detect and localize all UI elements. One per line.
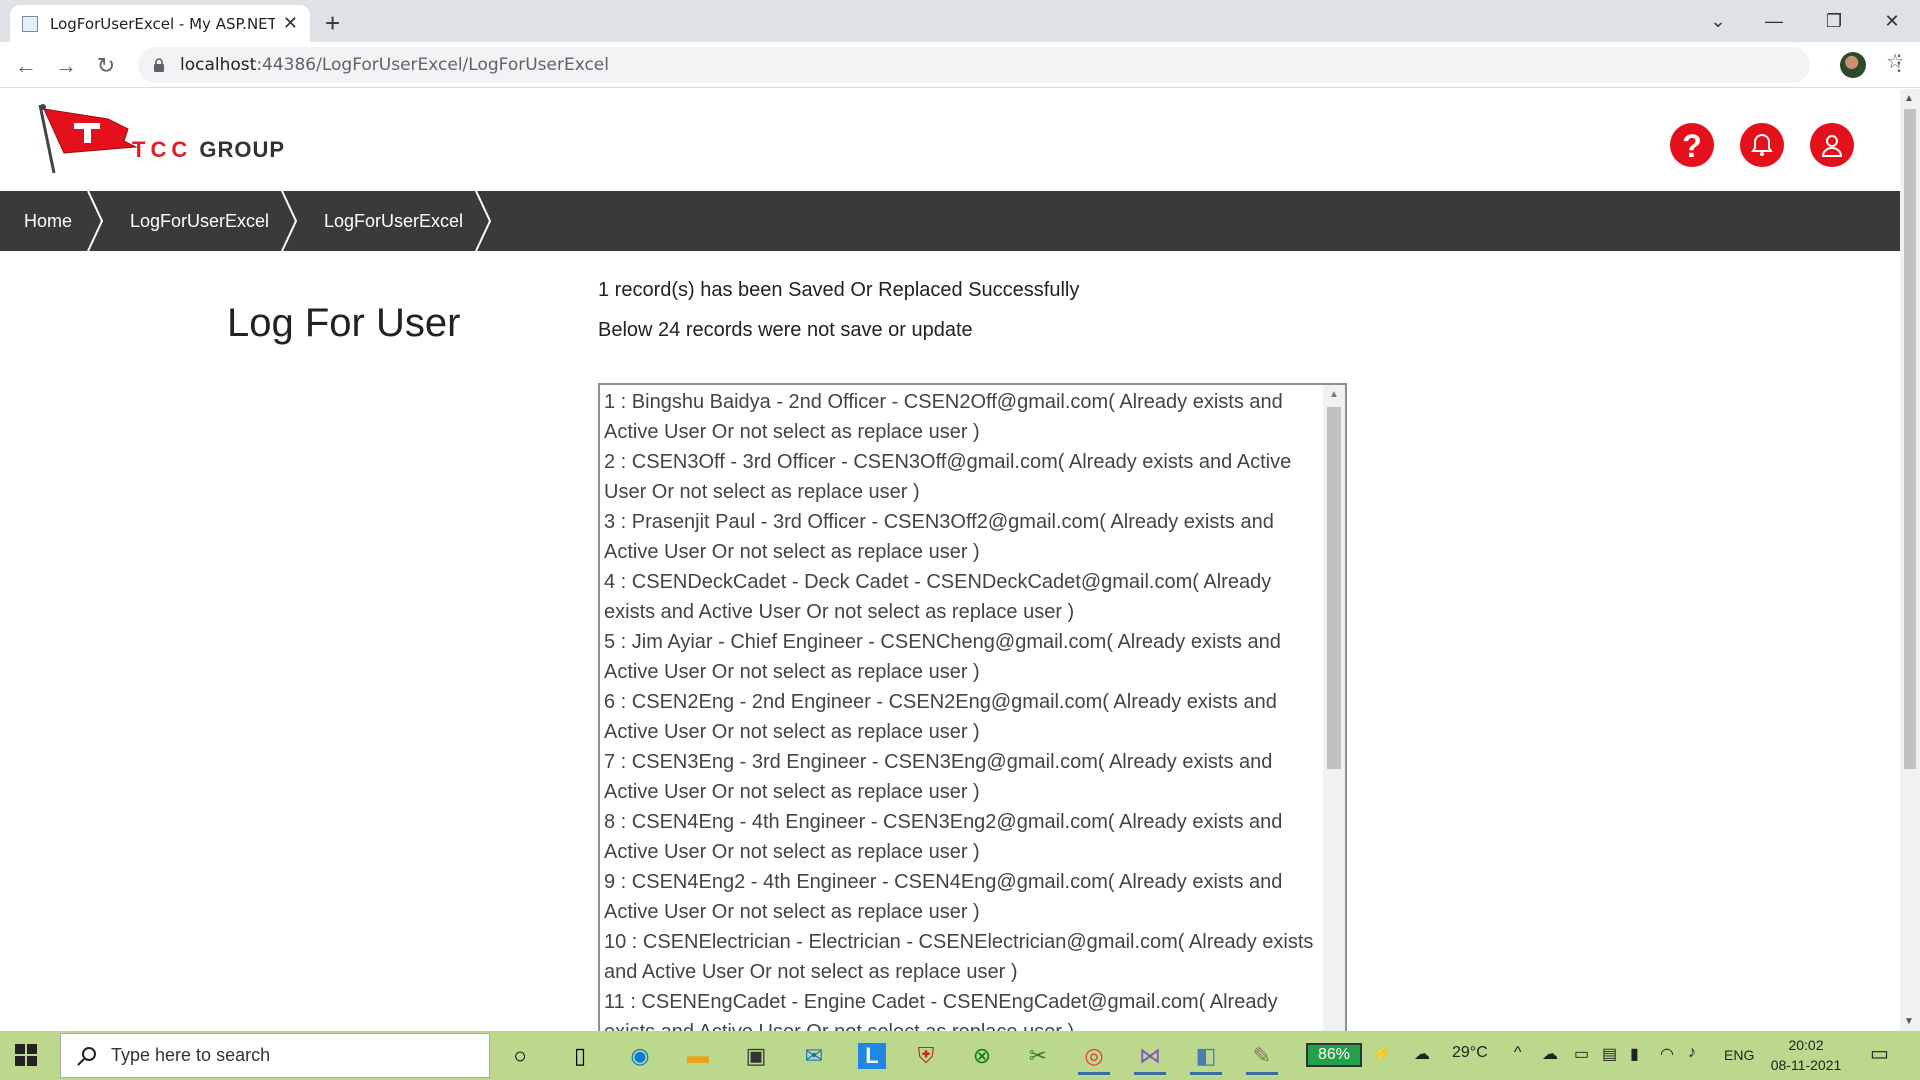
address-bar[interactable]: localhost:44386/LogForUserExcel/LogForUs… — [138, 47, 1810, 83]
battery-tray-icon[interactable]: ▮ — [1630, 1044, 1639, 1064]
clock-time: 20:02 — [1788, 1037, 1824, 1053]
logo-text: TCC GROUP — [132, 137, 286, 162]
breadcrumb-item[interactable]: LogForUserExcel — [130, 191, 269, 251]
minimize-button[interactable]: — — [1746, 0, 1802, 42]
browser-tabstrip: LogForUserExcel - My ASP.NET A ✕ + ⌄ — ❐… — [0, 0, 1920, 42]
page-scrollbar-thumb[interactable] — [1904, 109, 1916, 769]
record-line: 5 : Jim Ayiar - Chief Engineer - CSENChe… — [604, 631, 1281, 683]
chrome-icon[interactable]: ◎ — [1074, 1037, 1114, 1075]
store-icon[interactable]: ▣ — [736, 1037, 776, 1075]
record-line: 10 : CSENElectrician - Electrician - CSE… — [604, 931, 1314, 983]
mcafee-icon[interactable]: ⛨ — [906, 1037, 946, 1075]
breadcrumb: Home LogForUserExcel LogForUserExcel — [0, 191, 1900, 251]
record-line: 11 : CSENEngCadet - Engine Cadet - CSENE… — [604, 991, 1278, 1031]
meet-now-icon[interactable]: ▭ — [1574, 1044, 1589, 1064]
breadcrumb-separator-icon — [475, 191, 492, 251]
wifi-icon[interactable]: ◠ — [1660, 1044, 1674, 1064]
task-view-icon[interactable]: ▯ — [560, 1037, 600, 1075]
scroll-down-icon[interactable]: ▼ — [1904, 1016, 1914, 1027]
records-log-textarea[interactable]: 1 : Bingshu Baidya - 2nd Officer - CSEN2… — [598, 383, 1347, 1031]
browser-toolbar: ← → ↻ localhost:44386/LogForUserExcel/Lo… — [0, 42, 1920, 88]
charging-icon: ⚡ — [1372, 1046, 1392, 1063]
back-button[interactable]: ← — [10, 50, 42, 82]
profile-avatar[interactable] — [1840, 52, 1866, 78]
scroll-up-icon[interactable]: ▲ — [1904, 93, 1914, 104]
language-indicator[interactable]: ENG — [1724, 1047, 1754, 1063]
browser-menu-icon[interactable]: ⋮ — [1888, 50, 1910, 76]
paint-icon[interactable]: ✎ — [1242, 1037, 1282, 1075]
site-header: TCC GROUP ? — [0, 89, 1900, 191]
search-placeholder: Type here to search — [111, 1045, 271, 1065]
network-status-icon[interactable]: ▤ — [1602, 1044, 1617, 1064]
restore-button[interactable]: ❐ — [1806, 0, 1862, 42]
show-hidden-icons-icon[interactable]: ^ — [1514, 1044, 1522, 1062]
close-window-button[interactable]: ✕ — [1864, 0, 1920, 42]
scroll-up-icon[interactable]: ▲ — [1329, 389, 1339, 400]
reload-button[interactable]: ↻ — [90, 50, 122, 82]
page-scrollbar[interactable]: ▲ ▼ — [1900, 89, 1920, 1031]
browser-tab[interactable]: LogForUserExcel - My ASP.NET A ✕ — [10, 5, 310, 42]
lock-icon — [154, 58, 164, 72]
notification-center-icon[interactable]: ▭ — [1870, 1041, 1889, 1066]
tab-close-icon[interactable]: ✕ — [283, 13, 298, 34]
snipping-tool-icon[interactable]: ✂ — [1018, 1037, 1058, 1075]
tab-search-chevron-icon[interactable]: ⌄ — [1690, 0, 1746, 42]
page-content: TCC GROUP ? Home LogForUserExcel LogForU… — [0, 89, 1900, 1031]
records-list: 1 : Bingshu Baidya - 2nd Officer - CSEN2… — [604, 387, 1324, 1031]
forward-button[interactable]: → — [50, 50, 82, 82]
new-tab-button[interactable]: + — [325, 8, 340, 39]
page-favicon-icon — [22, 15, 38, 32]
edge-icon[interactable]: ◉ — [620, 1037, 660, 1075]
page-title: Log For User — [227, 301, 461, 345]
breadcrumb-separator-icon — [281, 191, 298, 251]
onedrive-icon[interactable]: ☁ — [1542, 1044, 1558, 1064]
file-explorer-icon[interactable]: ▬ — [678, 1037, 718, 1075]
textarea-scrollbar-thumb[interactable] — [1327, 407, 1341, 769]
svg-text:?: ? — [1682, 128, 1702, 164]
visual-studio-icon[interactable]: ⋈ — [1130, 1037, 1170, 1075]
textarea-scrollbar[interactable]: ▲ — [1323, 385, 1345, 1031]
record-line: 4 : CSENDeckCadet - Deck Cadet - CSENDec… — [604, 571, 1272, 623]
sql-management-icon[interactable]: ◧ — [1186, 1037, 1226, 1075]
success-message: 1 record(s) has been Saved Or Replaced S… — [598, 279, 1080, 301]
record-line: 3 : Prasenjit Paul - 3rd Officer - CSEN3… — [604, 511, 1274, 563]
breadcrumb-current[interactable]: LogForUserExcel — [324, 191, 463, 251]
tab-title: LogForUserExcel - My ASP.NET A — [50, 14, 275, 33]
mail-icon[interactable]: ✉ — [794, 1037, 834, 1075]
cortana-icon[interactable]: ○ — [500, 1037, 540, 1075]
help-icon[interactable]: ? — [1670, 123, 1714, 167]
taskbar-search-input[interactable]: Type here to search — [60, 1033, 490, 1078]
record-line: 2 : CSEN3Off - 3rd Officer - CSEN3Off@gm… — [604, 451, 1292, 503]
weather-cloud-icon[interactable]: ☁ — [1414, 1044, 1430, 1064]
bell-icon[interactable] — [1740, 123, 1784, 167]
breadcrumb-separator-icon — [87, 191, 104, 251]
windows-taskbar: Type here to search ○ ▯ ◉ ▬ ▣ ✉ L ⛨ ⊗ ✂ … — [0, 1031, 1920, 1080]
record-line: 1 : Bingshu Baidya - 2nd Officer - CSEN2… — [604, 391, 1283, 443]
volume-icon[interactable]: ♪ — [1688, 1044, 1696, 1062]
user-icon[interactable] — [1810, 123, 1854, 167]
breadcrumb-home[interactable]: Home — [24, 191, 72, 251]
l-app-icon[interactable]: L — [852, 1037, 892, 1075]
clock-date: 08-11-2021 — [1770, 1057, 1842, 1073]
record-line: 7 : CSEN3Eng - 3rd Engineer - CSEN3Eng@g… — [604, 751, 1273, 803]
record-line: 8 : CSEN4Eng - 4th Engineer - CSEN3Eng2@… — [604, 811, 1283, 863]
temperature-label[interactable]: 29°C — [1452, 1044, 1488, 1062]
search-icon — [77, 1046, 96, 1066]
not-saved-message: Below 24 records were not save or update — [598, 319, 973, 341]
windows-start-icon[interactable] — [14, 1043, 38, 1067]
url-text: localhost:44386/LogForUserExcel/LogForUs… — [180, 55, 609, 75]
record-line: 9 : CSEN4Eng2 - 4th Engineer - CSEN4Eng@… — [604, 871, 1283, 923]
record-line: 6 : CSEN2Eng - 2nd Engineer - CSEN2Eng@g… — [604, 691, 1277, 743]
battery-indicator[interactable]: 86% — [1306, 1043, 1362, 1067]
taskbar-clock[interactable]: 20:02 08-11-2021 — [1766, 1035, 1846, 1075]
xbox-icon[interactable]: ⊗ — [962, 1037, 1002, 1075]
